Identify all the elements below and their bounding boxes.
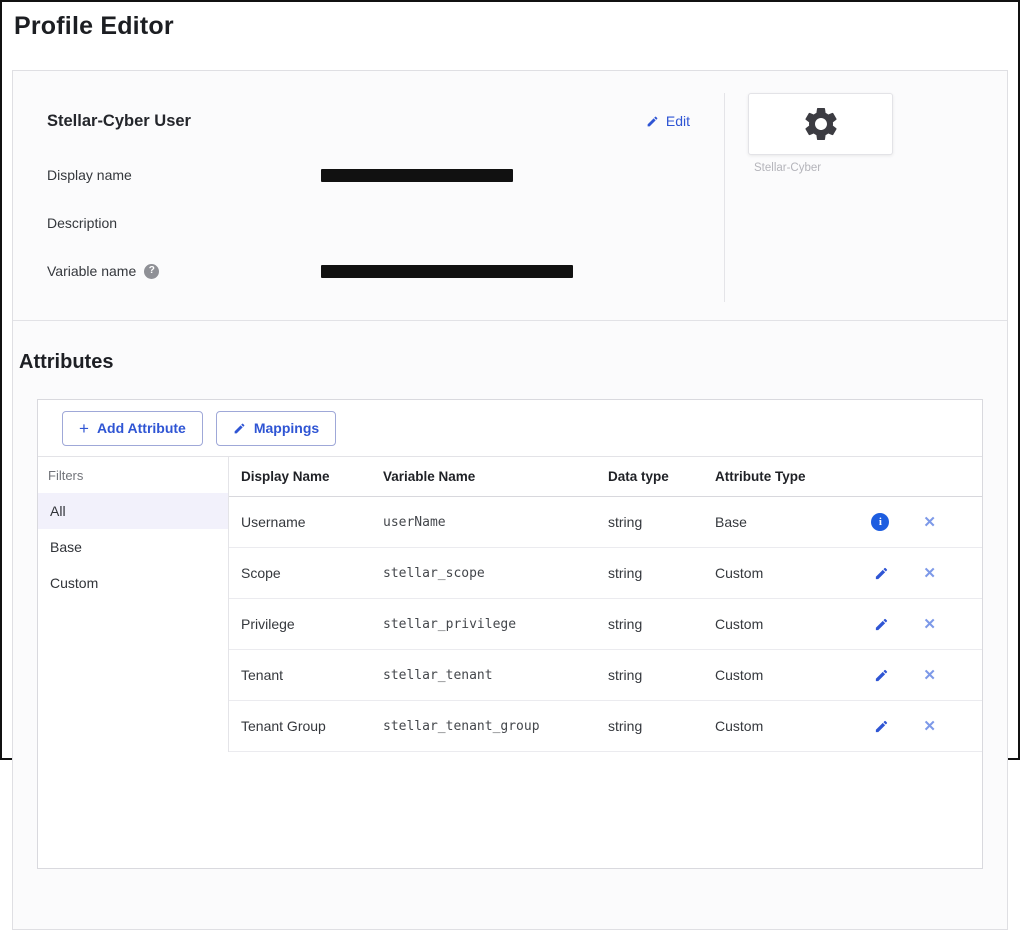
display-name-label: Display name: [47, 165, 321, 185]
display-name-value-redacted: [321, 169, 513, 182]
attributes-table: Display Name Variable Name Data type Att…: [229, 457, 982, 752]
cell-display-name: Tenant Group: [229, 718, 383, 734]
table-row: Privilege stellar_privilege string Custo…: [229, 599, 982, 650]
variable-name-field: Variable name ?: [47, 261, 690, 281]
variable-name-value-redacted: [321, 265, 573, 278]
add-attribute-button[interactable]: + Add Attribute: [62, 411, 203, 446]
edit-attribute-icon[interactable]: [874, 668, 889, 683]
table-row: Tenant Group stellar_tenant_group string…: [229, 701, 982, 752]
table-row: Tenant stellar_tenant string Custom ✕: [229, 650, 982, 701]
attributes-panel: + Add Attribute Mappings Filters All Bas…: [37, 399, 983, 869]
remove-attribute-icon[interactable]: ✕: [923, 566, 936, 581]
table-row: Username userName string Base i ✕: [229, 497, 982, 548]
app-tile-caption: Stellar-Cyber: [754, 162, 821, 174]
cell-data-type: string: [608, 514, 715, 530]
pencil-icon: [233, 422, 246, 435]
cell-display-name: Scope: [229, 565, 383, 581]
plus-icon: +: [79, 420, 89, 437]
page-title: Profile Editor: [14, 12, 174, 41]
cell-display-name: Username: [229, 514, 383, 530]
filter-item-custom[interactable]: Custom: [38, 565, 228, 601]
edit-attribute-icon[interactable]: [874, 566, 889, 581]
cell-variable-name: userName: [383, 515, 608, 530]
attributes-toolbar: + Add Attribute Mappings: [38, 400, 982, 457]
filters-heading: Filters: [38, 457, 228, 493]
filter-item-label: Base: [50, 539, 82, 555]
cell-variable-name: stellar_scope: [383, 566, 608, 581]
filter-item-label: All: [50, 503, 66, 519]
cell-attribute-type: Custom: [715, 565, 865, 581]
profile-editor-page: { "page": { "title": "Profile Editor" },…: [0, 0, 1020, 760]
header-attribute-type: Attribute Type: [715, 469, 865, 484]
cell-data-type: string: [608, 718, 715, 734]
cell-attribute-type: Custom: [715, 718, 865, 734]
remove-attribute-icon[interactable]: ✕: [923, 719, 936, 734]
filter-item-all[interactable]: All: [38, 493, 228, 529]
cell-variable-name: stellar_tenant: [383, 668, 608, 683]
add-attribute-label: Add Attribute: [97, 420, 186, 436]
table-row: Scope stellar_scope string Custom ✕: [229, 548, 982, 599]
attribute-table-body: Username userName string Base i ✕ Scope …: [229, 497, 982, 752]
cell-data-type: string: [608, 667, 715, 683]
mappings-label: Mappings: [254, 420, 319, 436]
main-panel: Stellar-Cyber User Edit Display name Des…: [12, 70, 1008, 930]
filters-list: All Base Custom: [38, 493, 228, 601]
description-field: Description: [47, 213, 690, 233]
cell-display-name: Tenant: [229, 667, 383, 683]
info-icon[interactable]: i: [871, 513, 889, 531]
pencil-icon: [646, 115, 659, 128]
cell-data-type: string: [608, 565, 715, 581]
remove-attribute-icon[interactable]: ✕: [923, 515, 936, 530]
header-display-name: Display Name: [229, 469, 383, 484]
variable-name-label: Variable name: [47, 261, 136, 281]
cell-attribute-type: Custom: [715, 616, 865, 632]
remove-attribute-icon[interactable]: ✕: [923, 668, 936, 683]
help-icon[interactable]: ?: [144, 264, 159, 279]
edit-attribute-icon[interactable]: [874, 617, 889, 632]
profile-summary-section: Stellar-Cyber User Edit Display name Des…: [13, 71, 1007, 321]
app-tile: [748, 93, 893, 155]
cell-attribute-type: Custom: [715, 667, 865, 683]
cell-display-name: Privilege: [229, 616, 383, 632]
remove-attribute-icon[interactable]: ✕: [923, 617, 936, 632]
table-header-row: Display Name Variable Name Data type Att…: [229, 457, 982, 497]
filter-item-base[interactable]: Base: [38, 529, 228, 565]
filters-sidebar: Filters All Base Custom: [38, 457, 229, 752]
display-name-field: Display name: [47, 165, 690, 185]
cell-attribute-type: Base: [715, 514, 865, 530]
gear-icon: [801, 104, 841, 144]
description-label: Description: [47, 213, 321, 233]
filter-item-label: Custom: [50, 575, 98, 591]
edit-profile-button[interactable]: Edit: [646, 113, 690, 129]
header-variable-name: Variable Name: [383, 469, 608, 484]
edit-attribute-icon[interactable]: [874, 719, 889, 734]
profile-name: Stellar-Cyber User: [47, 111, 191, 131]
attributes-heading: Attributes: [19, 351, 113, 374]
cell-variable-name: stellar_privilege: [383, 617, 608, 632]
header-data-type: Data type: [608, 469, 715, 484]
mappings-button[interactable]: Mappings: [216, 411, 336, 446]
cell-data-type: string: [608, 616, 715, 632]
cell-variable-name: stellar_tenant_group: [383, 719, 608, 734]
profile-details: Stellar-Cyber User Edit Display name Des…: [13, 93, 725, 302]
edit-label: Edit: [666, 113, 690, 129]
